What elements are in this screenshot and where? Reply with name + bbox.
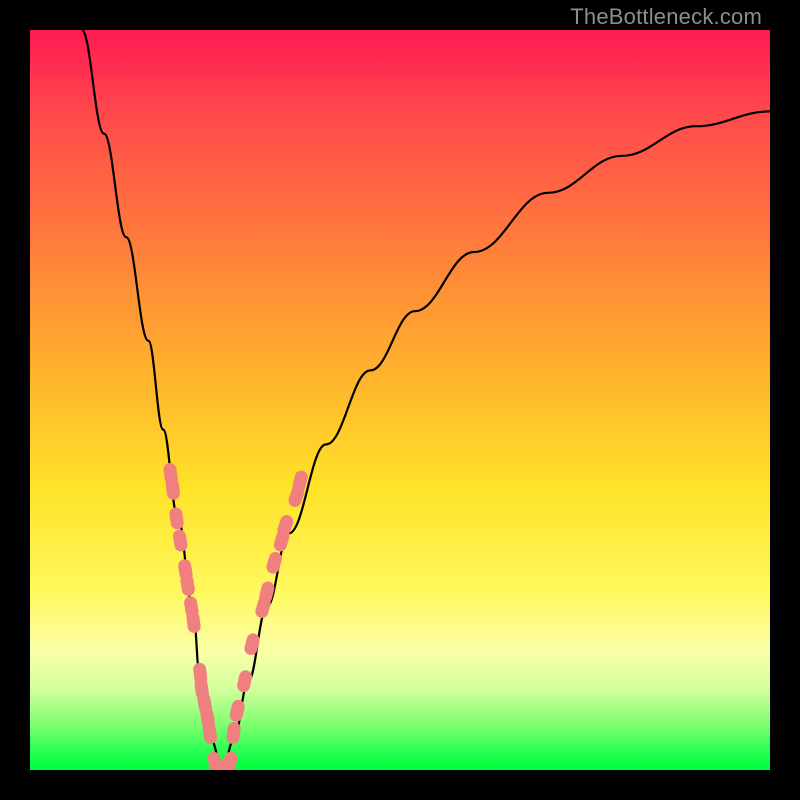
sample-point — [172, 529, 189, 553]
sample-point — [165, 477, 181, 501]
sample-point — [179, 573, 195, 597]
sample-point — [202, 721, 218, 745]
sample-point — [186, 610, 202, 634]
sample-point — [169, 507, 185, 531]
chart-frame: TheBottleneck.com — [0, 0, 800, 800]
watermark-text: TheBottleneck.com — [570, 4, 762, 30]
bottleneck-curve — [82, 30, 770, 770]
plot-area — [30, 30, 770, 770]
sample-point — [226, 721, 242, 745]
curve-layer — [30, 30, 770, 770]
sample-point — [236, 669, 253, 693]
